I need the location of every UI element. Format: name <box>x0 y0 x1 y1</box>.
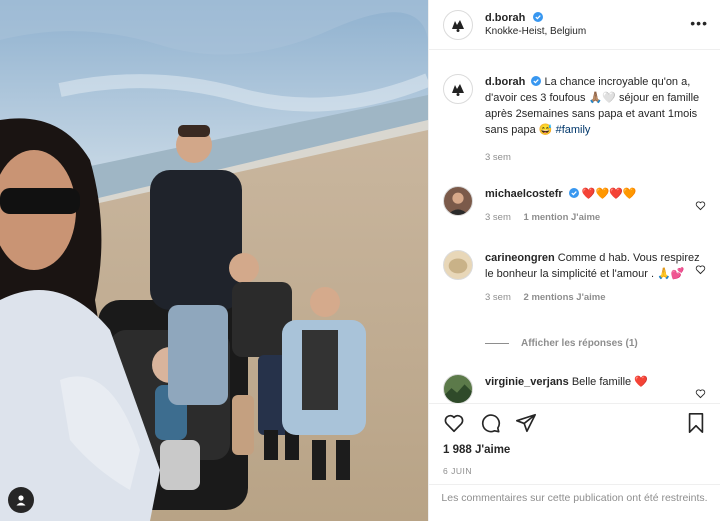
author-avatar[interactable] <box>443 74 473 104</box>
caption: d.borah La chance incroyable qu'on a, d'… <box>443 74 708 166</box>
comment-item: michaelcostefr ❤️🧡❤️🧡 3 sem 1 mention J'… <box>443 186 708 226</box>
commenter-username[interactable]: michaelcostefr <box>485 188 563 200</box>
commenter-avatar[interactable] <box>443 186 473 216</box>
replies-divider <box>485 343 509 344</box>
comment-likes[interactable]: 2 mentions J'aime <box>524 292 606 303</box>
view-replies-button[interactable]: Afficher les réponses (1) <box>485 338 638 349</box>
heart-icon[interactable] <box>695 200 706 211</box>
commenter-avatar[interactable] <box>443 250 473 280</box>
verified-badge-icon <box>532 12 543 22</box>
post-location[interactable]: Knokke-Heist, Belgium <box>485 25 586 39</box>
caption-time[interactable]: 3 sem <box>485 152 511 163</box>
heart-icon[interactable] <box>695 264 706 275</box>
comment-text: Belle famille ❤️ <box>571 376 648 388</box>
caption-username[interactable]: d.borah <box>485 76 525 88</box>
verified-badge-icon <box>531 76 542 86</box>
comment-item: virginie_verjans Belle famille ❤️ <box>443 374 708 404</box>
comment-icon[interactable] <box>479 412 501 434</box>
comment-likes[interactable]: 1 mention J'aime <box>524 212 601 223</box>
like-count[interactable]: 1 988 J'aime <box>443 444 510 456</box>
tagged-users-icon[interactable] <box>8 487 34 513</box>
post-date[interactable]: 6 JUIN <box>443 466 472 476</box>
heart-icon[interactable] <box>695 388 706 399</box>
verified-badge-icon <box>568 188 579 198</box>
post-actions: 1 988 J'aime 6 JUIN Les commentaires sur… <box>429 403 720 521</box>
commenter-username[interactable]: virginie_verjans <box>485 376 569 388</box>
comments-restricted-notice: Les commentaires sur cette publication o… <box>429 484 720 522</box>
comment-item: carineongren Comme d hab. Vous respirez … <box>443 250 708 306</box>
commenter-username[interactable]: carineongren <box>485 252 555 264</box>
post-header: d.borah Knokke-Heist, Belgium ••• <box>429 0 720 50</box>
author-username[interactable]: d.borah <box>485 12 525 24</box>
share-icon[interactable] <box>515 412 537 434</box>
replies-label: Afficher les réponses (1) <box>521 338 638 349</box>
caption-hashtag[interactable]: #family <box>556 124 591 136</box>
beach-family-photo <box>0 0 428 521</box>
like-heart-icon[interactable] <box>443 412 465 434</box>
commenter-avatar[interactable] <box>443 374 473 404</box>
comment-time[interactable]: 3 sem <box>485 212 511 223</box>
ellipsis-icon[interactable]: ••• <box>690 16 708 30</box>
author-avatar[interactable] <box>443 9 473 40</box>
comment-text: ❤️🧡❤️🧡 <box>581 188 637 200</box>
comment-time[interactable]: 3 sem <box>485 292 511 303</box>
bookmark-icon[interactable] <box>686 412 706 434</box>
post-panel: d.borah Knokke-Heist, Belgium ••• d.bora… <box>428 0 720 521</box>
post-photo[interactable] <box>0 0 428 521</box>
